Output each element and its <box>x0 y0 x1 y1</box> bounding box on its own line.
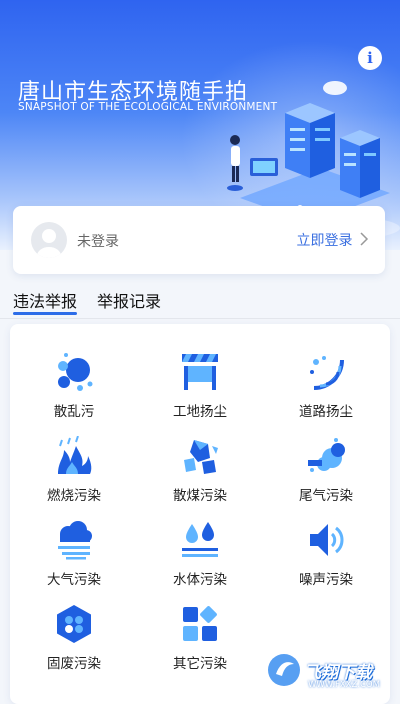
tab-divider <box>0 318 400 319</box>
category-grid: 散乱污 工地扬尘 道路扬尘 燃烧污染 散煤污染 尾气污染 大气污染 水体污染 噪… <box>10 324 390 704</box>
info-icon[interactable]: i <box>358 46 382 70</box>
tab-report[interactable]: 违法举报 <box>13 288 78 315</box>
particles-icon <box>58 353 93 391</box>
cloud-fog-icon <box>58 521 92 560</box>
grid-squares-icon <box>183 606 217 641</box>
category-item-other[interactable]: 其它污染 <box>140 604 260 684</box>
category-label: 固废污染 <box>47 656 101 672</box>
chevron-right-icon <box>360 232 369 246</box>
category-label: 大气污染 <box>47 572 101 588</box>
login-now-label: 立即登录 <box>296 233 353 249</box>
construction-icon <box>182 354 218 390</box>
coal-icon <box>184 440 218 474</box>
category-item-atmospheric[interactable]: 大气污染 <box>14 520 134 600</box>
category-label: 工地扬尘 <box>173 404 227 420</box>
category-label: 散乱污 <box>53 404 95 420</box>
category-item-burning[interactable]: 燃烧污染 <box>14 436 134 516</box>
category-label: 燃烧污染 <box>47 488 101 504</box>
category-item-construction-dust[interactable]: 工地扬尘 <box>140 352 260 432</box>
category-label: 噪声污染 <box>299 572 353 588</box>
category-item-exhaust[interactable]: 尾气污染 <box>266 436 386 516</box>
category-label: 尾气污染 <box>299 488 353 504</box>
category-item-solid-waste[interactable]: 固废污染 <box>14 604 134 684</box>
watermark: 飞翔下载 WWW.FXXZ.COM <box>264 648 394 694</box>
watermark-logo-icon <box>268 654 300 686</box>
avatar <box>31 222 67 258</box>
speaker-icon <box>310 524 344 556</box>
category-label: 水体污染 <box>173 572 227 588</box>
hexagon-waste-icon <box>57 605 91 643</box>
water-drop-icon <box>182 522 218 557</box>
category-item-coal[interactable]: 散煤污染 <box>140 436 260 516</box>
fire-icon <box>58 436 92 474</box>
login-card[interactable]: 未登录 立即登录 <box>13 206 385 274</box>
category-item-water[interactable]: 水体污染 <box>140 520 260 600</box>
category-label: 道路扬尘 <box>299 404 353 420</box>
category-item-road-dust[interactable]: 道路扬尘 <box>266 352 386 432</box>
road-dust-icon <box>310 356 344 390</box>
exhaust-icon <box>308 438 345 472</box>
login-status-text: 未登录 <box>77 234 119 250</box>
tab-records[interactable]: 举报记录 <box>97 288 161 312</box>
category-item-noise[interactable]: 噪声污染 <box>266 520 386 600</box>
category-label: 散煤污染 <box>173 488 227 504</box>
login-now-link[interactable]: 立即登录 <box>297 230 369 250</box>
category-item-scattered[interactable]: 散乱污 <box>14 352 134 432</box>
category-label: 其它污染 <box>173 656 227 672</box>
watermark-url: WWW.FXXZ.COM <box>308 680 380 690</box>
